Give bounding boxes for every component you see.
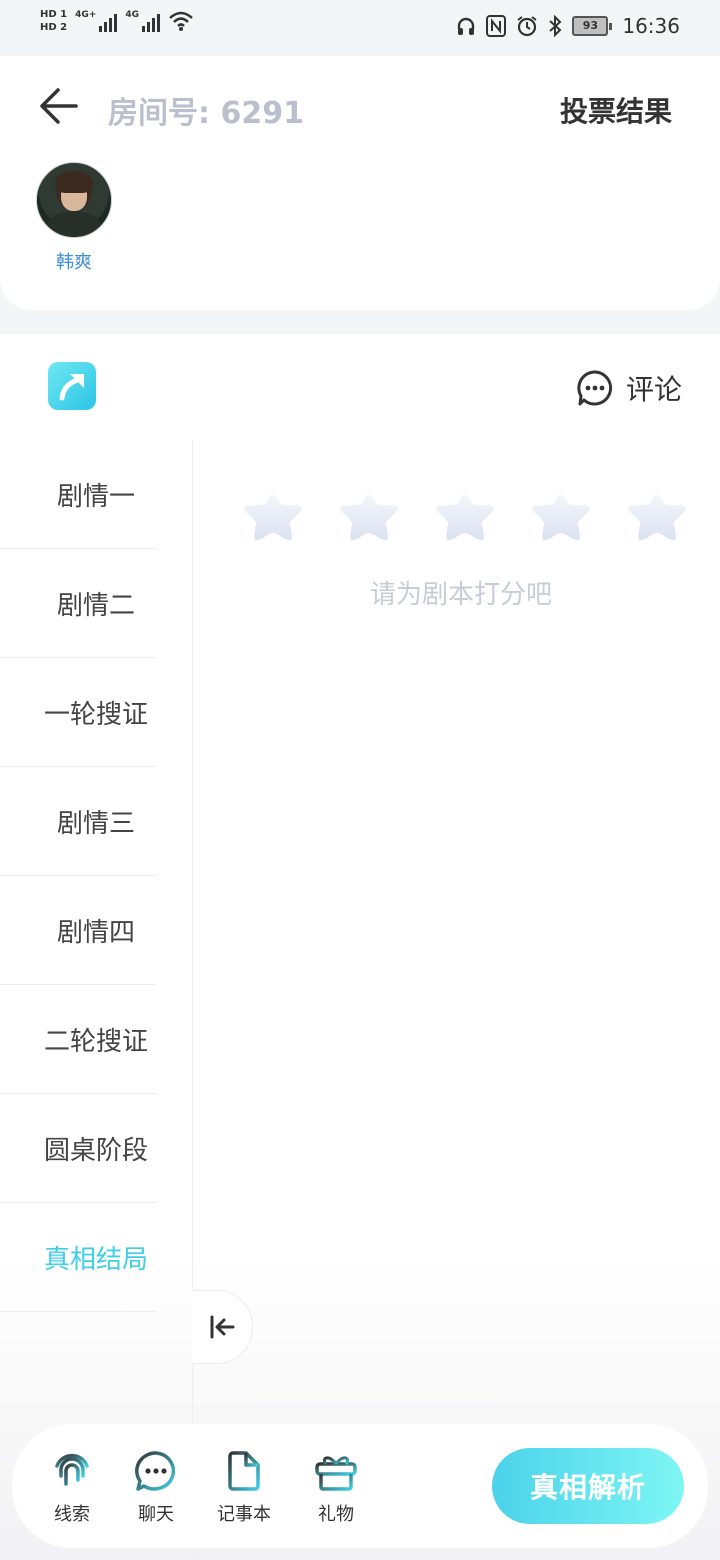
star-icon <box>244 494 302 541</box>
comment-button[interactable]: 评论 <box>576 368 682 408</box>
room-number: 房间号: 6291 <box>108 96 304 131</box>
share-icon[interactable] <box>48 362 96 410</box>
nav-item-plot-4[interactable]: 剧情四 <box>0 876 156 985</box>
alarm-icon <box>517 16 537 37</box>
star-icon <box>340 494 398 541</box>
signal-icon-2: 4G <box>125 10 160 32</box>
back-arrow-icon <box>40 88 78 124</box>
bottom-toolbar: 线索 聊天 记事本 礼物 真相解析 <box>12 1424 708 1548</box>
nav-item-label: 剧情二 <box>56 590 135 621</box>
nav-item-label: 一轮搜证 <box>43 699 148 730</box>
star-5[interactable] <box>624 490 690 542</box>
player-name: 韩爽 <box>56 252 92 273</box>
nav-item-search-2[interactable]: 二轮搜证 <box>0 985 156 1094</box>
hd1-label: HD 1 <box>40 9 68 20</box>
collapse-left-icon <box>210 1315 235 1339</box>
comment-icon <box>577 370 613 406</box>
chat-icon <box>135 1451 176 1491</box>
comment-label: 评论 <box>625 373 682 406</box>
avatar[interactable] <box>36 162 112 238</box>
status-right: 93 16:36 <box>456 14 680 38</box>
chat-label: 聊天 <box>138 1504 174 1525</box>
nav-item-plot-2[interactable]: 剧情二 <box>0 549 156 658</box>
headphones-icon <box>458 17 475 35</box>
nav-item-search-1[interactable]: 一轮搜证 <box>0 658 156 767</box>
hd-indicator: HD 1 HD 2 <box>40 8 67 34</box>
network-type-2: 4G <box>125 10 139 20</box>
gift-button[interactable]: 礼物 <box>296 1448 376 1526</box>
nav-item-label: 剧情四 <box>56 917 135 948</box>
rating-stars <box>240 490 690 542</box>
nav-item-plot-3[interactable]: 剧情三 <box>0 767 156 876</box>
arrow-icon <box>59 374 84 401</box>
collapse-nav-button[interactable] <box>192 1290 253 1364</box>
vote-result-button[interactable]: 投票结果 <box>560 90 672 130</box>
back-button[interactable] <box>36 82 84 130</box>
gift-icon <box>315 1456 357 1491</box>
nav-item-label: 真相结局 <box>43 1244 148 1275</box>
clues-button[interactable]: 线索 <box>32 1448 112 1526</box>
header-card: 房间号: 6291 投票结果 韩爽 <box>0 56 720 310</box>
main-panel: 评论 剧情一 剧情二 一轮搜证 剧情三 剧情四 二轮搜证 圆桌阶段 真相结局 请… <box>0 334 720 1560</box>
fingerprint-icon <box>55 1453 89 1490</box>
star-icon <box>532 494 590 541</box>
signal-icon: 4G+ <box>75 10 118 32</box>
network-type-1: 4G+ <box>75 10 97 20</box>
wifi-icon <box>169 11 193 31</box>
status-bar: HD 1 HD 2 4G+ 4G 93 16:36 <box>0 0 720 56</box>
chat-button[interactable]: 聊天 <box>116 1448 196 1526</box>
nfc-icon <box>486 15 507 37</box>
gift-label: 礼物 <box>318 1504 354 1525</box>
battery-level: 93 <box>572 16 609 36</box>
nav-item-label: 剧情三 <box>56 808 135 839</box>
truth-analysis-button[interactable]: 真相解析 <box>492 1448 684 1524</box>
status-left: HD 1 HD 2 4G+ 4G <box>40 8 194 34</box>
clock: 16:36 <box>622 14 680 38</box>
battery-icon: 93 <box>572 16 613 36</box>
notebook-button[interactable]: 记事本 <box>204 1448 284 1526</box>
rating-hint: 请为剧本打分吧 <box>370 580 553 610</box>
nav-item-round-table[interactable]: 圆桌阶段 <box>0 1094 156 1203</box>
nav-item-label: 二轮搜证 <box>43 1026 148 1057</box>
nav-item-label: 剧情一 <box>56 481 135 512</box>
hd2-label: HD 2 <box>40 22 68 33</box>
star-4[interactable] <box>528 490 594 542</box>
star-2[interactable] <box>336 490 402 542</box>
bluetooth-icon <box>549 15 562 37</box>
player-card[interactable]: 韩爽 <box>36 162 112 274</box>
star-3[interactable] <box>432 490 498 542</box>
notebook-label: 记事本 <box>217 1504 271 1525</box>
star-icon <box>628 494 686 541</box>
notebook-icon <box>228 1451 260 1491</box>
nav-item-plot-1[interactable]: 剧情一 <box>0 440 156 549</box>
nav-item-truth-ending[interactable]: 真相结局 <box>0 1203 156 1312</box>
nav-item-label: 圆桌阶段 <box>43 1135 148 1166</box>
clues-label: 线索 <box>54 1504 90 1525</box>
star-1[interactable] <box>240 490 306 542</box>
stage-nav: 剧情一 剧情二 一轮搜证 剧情三 剧情四 二轮搜证 圆桌阶段 真相结局 <box>0 440 156 1312</box>
star-icon <box>436 494 494 541</box>
panel-divider <box>192 440 193 1560</box>
